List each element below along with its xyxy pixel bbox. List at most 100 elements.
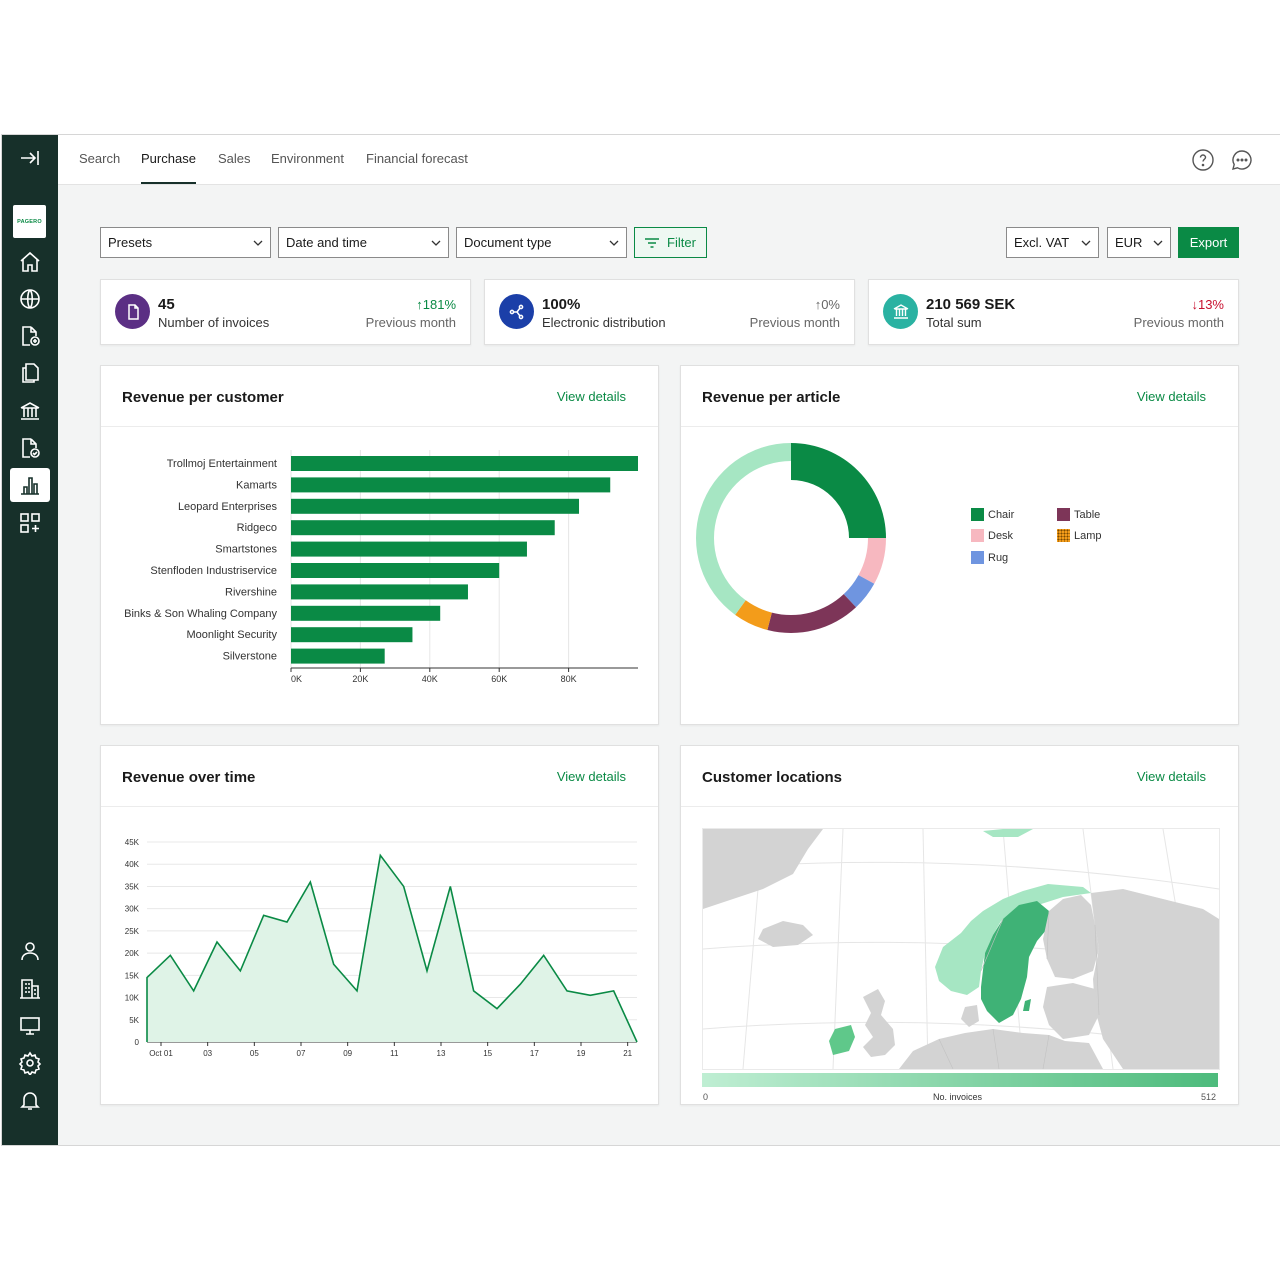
area-fill: [147, 855, 637, 1042]
y-tick-label: 20K: [125, 949, 140, 958]
category-label: Moonlight Security: [187, 629, 278, 641]
y-tick-label: 30K: [125, 905, 140, 914]
bell-icon[interactable]: [10, 1083, 50, 1117]
kpi-period: Previous month: [365, 315, 456, 330]
panel-title: Revenue per article: [702, 389, 841, 406]
x-tick-label: 03: [203, 1049, 212, 1058]
kpi-period: Previous month: [749, 315, 840, 330]
russia-region: [1091, 889, 1219, 1069]
scale-max-label: 512: [1200, 1092, 1216, 1102]
x-tick-label: 21: [623, 1049, 632, 1058]
filter-button[interactable]: Filter: [634, 227, 707, 258]
finland-region: [1043, 895, 1099, 979]
kpi-card-total[interactable]: 210 569 SEK Total sum ↓13% Previous mont…: [868, 279, 1239, 345]
collapse-icon[interactable]: [10, 141, 50, 175]
export-button[interactable]: Export: [1178, 227, 1239, 258]
revenue-per-article-panel: Revenue per article View details Chair T…: [680, 365, 1239, 725]
gotland-region: [1023, 999, 1031, 1011]
app-window: PAGERO Search Purchase Sales Environment…: [1, 134, 1280, 1146]
filter-icon: [645, 237, 660, 248]
y-tick-label: 40K: [125, 860, 140, 869]
user-icon[interactable]: [10, 934, 50, 968]
category-label: Leopard Enterprises: [178, 501, 278, 513]
view-details-link[interactable]: View details: [1137, 769, 1206, 784]
view-details-link[interactable]: View details: [557, 389, 626, 404]
help-icon[interactable]: [1191, 148, 1215, 172]
invoice-icon: [115, 294, 150, 329]
add-document-icon[interactable]: [10, 319, 50, 353]
greenland-region: [703, 829, 823, 909]
x-tick-label: 05: [250, 1049, 259, 1058]
divider: [681, 426, 1238, 427]
pagero-logo[interactable]: PAGERO: [13, 205, 46, 238]
y-tick-label: 15K: [125, 971, 140, 980]
view-details-link[interactable]: View details: [1137, 389, 1206, 404]
globe-icon[interactable]: [10, 282, 50, 316]
sidebar: PAGERO: [2, 135, 58, 1145]
x-tick-label: Oct 01: [149, 1049, 173, 1058]
category-label: Kamarts: [236, 479, 277, 491]
category-label: Stenfloden Industriservice: [150, 565, 277, 577]
document-type-select[interactable]: Document type: [456, 227, 627, 258]
divider: [681, 806, 1238, 807]
scale-title: No. invoices: [933, 1092, 983, 1102]
donut-slice: [696, 443, 791, 615]
monitor-icon[interactable]: [10, 1009, 50, 1043]
documents-icon[interactable]: [10, 356, 50, 390]
category-label: Trollmoj Entertainment: [167, 458, 277, 470]
bar: [291, 584, 468, 600]
tab-financial-forecast[interactable]: Financial forecast: [366, 151, 468, 184]
bar-chart-icon[interactable]: [10, 468, 50, 502]
building-icon[interactable]: [10, 972, 50, 1006]
panel-title: Customer locations: [702, 769, 843, 786]
bar: [291, 477, 611, 493]
kpi-value: 210 569 SEK: [926, 296, 1016, 313]
donut-slice: [767, 594, 857, 633]
chat-icon[interactable]: [1230, 148, 1254, 172]
x-tick-label: 80K: [561, 674, 577, 684]
document-check-icon[interactable]: [10, 431, 50, 465]
category-label: Ridgeco: [237, 522, 277, 534]
x-tick-label: 17: [530, 1049, 539, 1058]
bar: [291, 520, 555, 536]
legend-item-rug: Rug: [971, 551, 1008, 564]
date-time-select[interactable]: Date and time: [278, 227, 449, 258]
x-tick-label: 15: [483, 1049, 492, 1058]
europe-map[interactable]: [702, 828, 1220, 1070]
x-tick-label: 40K: [422, 674, 438, 684]
kpi-card-distribution[interactable]: 100% Electronic distribution ↑0% Previou…: [484, 279, 855, 345]
x-tick-label: 0K: [291, 674, 302, 684]
category-label: Silverstone: [223, 651, 277, 663]
bar-chart: 0K 20K 40K 60K 80K Trollmoj Entertainment Kama…: [124, 450, 638, 684]
tab-sales[interactable]: Sales: [218, 151, 251, 184]
donut-slice: [858, 538, 886, 584]
bank-icon: [883, 294, 918, 329]
scale-min-label: 0: [703, 1092, 709, 1102]
bank-icon[interactable]: [10, 394, 50, 428]
scotland-uk-region: [863, 989, 895, 1057]
vat-select[interactable]: Excl. VAT: [1006, 227, 1099, 258]
tab-search[interactable]: Search: [79, 151, 120, 184]
chevron-down-icon: [431, 240, 441, 246]
kpi-value: 100%: [542, 296, 581, 313]
currency-select[interactable]: EUR: [1107, 227, 1171, 258]
revenue-over-time-panel: Revenue over time View details 0 5K 10K 15K…: [100, 745, 659, 1105]
y-tick-label: 45K: [125, 838, 140, 847]
tab-purchase[interactable]: Purchase: [141, 151, 196, 184]
customer-locations-panel: Customer locations View details 0 No. in…: [680, 745, 1239, 1105]
tab-environment[interactable]: Environment: [271, 151, 344, 184]
kpi-change: ↑181%: [416, 297, 456, 312]
color-scale-bar: [702, 1073, 1218, 1087]
presets-select[interactable]: Presets: [100, 227, 271, 258]
add-widget-icon[interactable]: [10, 506, 50, 540]
category-label: Smartstones: [215, 544, 277, 556]
view-details-link[interactable]: View details: [557, 769, 626, 784]
y-tick-label: 25K: [125, 927, 140, 936]
legend-item-chair: Chair: [971, 508, 1014, 521]
home-icon[interactable]: [10, 245, 50, 279]
legend-item-table: Table: [1057, 508, 1100, 521]
kpi-change: ↓13%: [1191, 297, 1224, 312]
kpi-period: Previous month: [1133, 315, 1224, 330]
kpi-card-invoices[interactable]: 45 Number of invoices ↑181% Previous mon…: [100, 279, 471, 345]
settings-icon[interactable]: [10, 1046, 50, 1080]
